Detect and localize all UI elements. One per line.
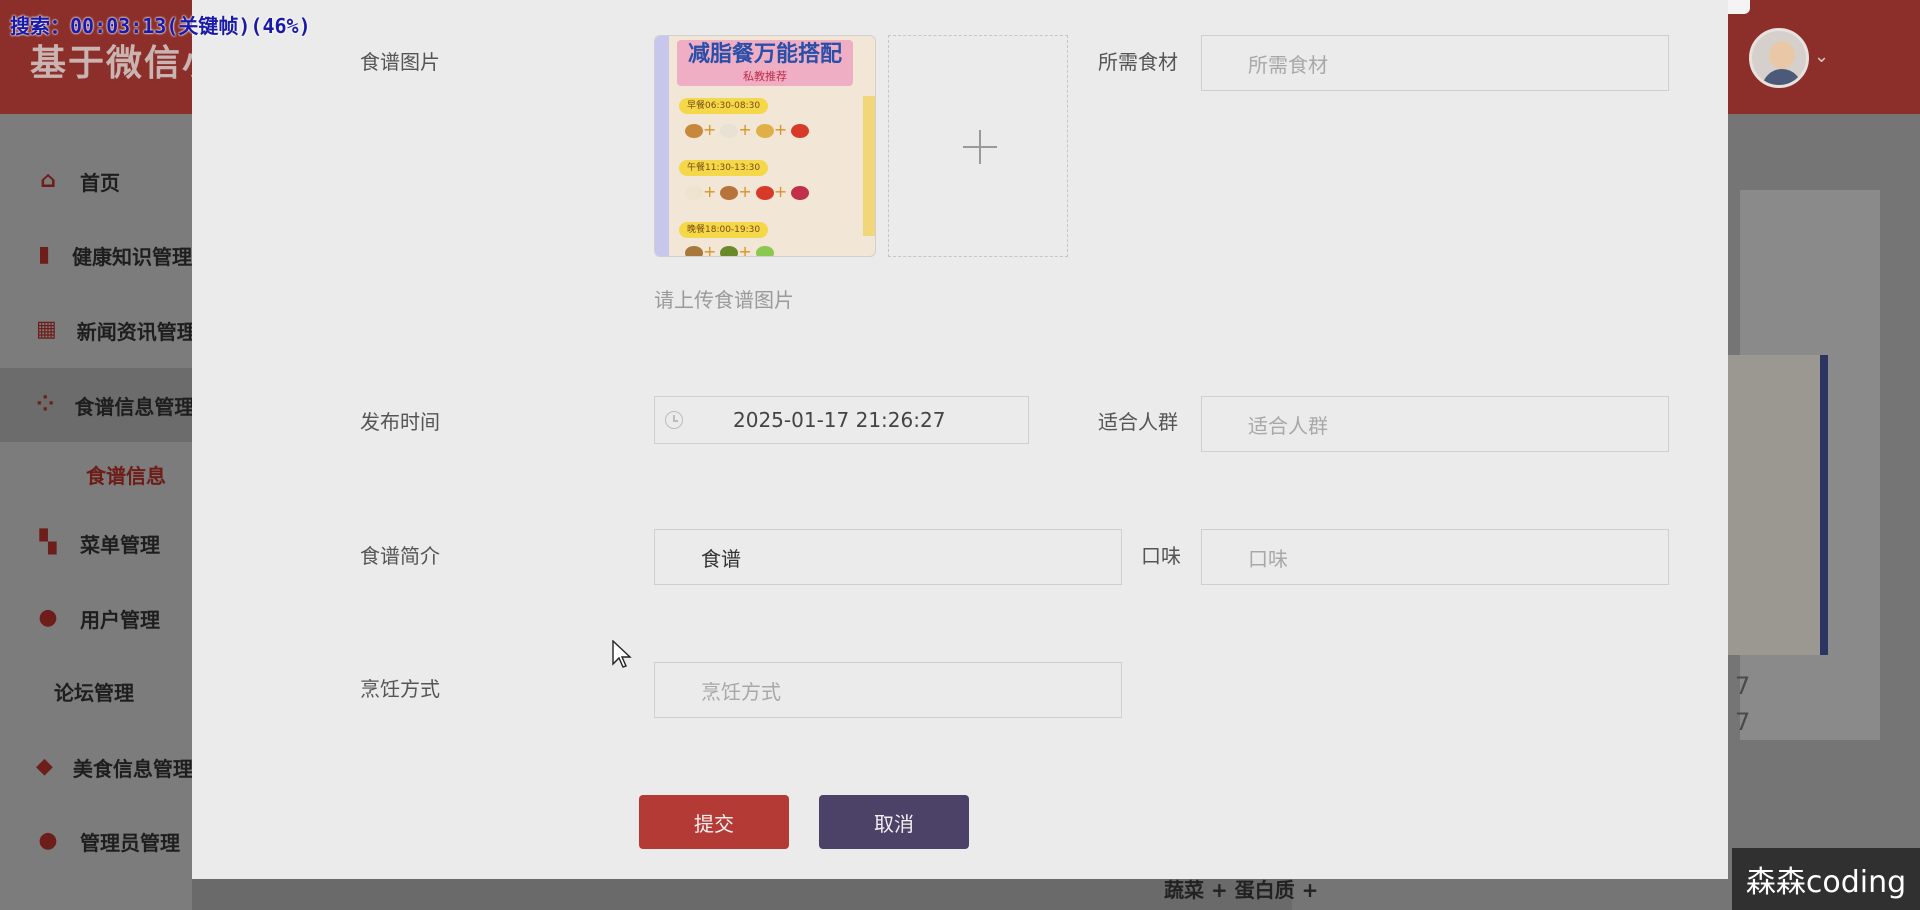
user-icon: ● xyxy=(38,605,58,630)
poster-header: 减脂餐万能搭配 私教推荐 xyxy=(677,40,853,86)
background-text: 7 xyxy=(1735,672,1751,700)
ingredients-input[interactable]: 所需食材 xyxy=(1201,35,1669,91)
poster-title: 减脂餐万能搭配 xyxy=(687,42,842,67)
sidebar-item-label: 新闻资讯管理 xyxy=(76,319,197,344)
background-bottom-strip xyxy=(192,878,1292,910)
recipe-intro-label: 食谱简介 xyxy=(360,544,440,568)
background-image xyxy=(1728,355,1828,655)
admin-icon: ● xyxy=(38,828,58,853)
drop-icon: ◆ xyxy=(36,754,53,779)
taste-label: 口味 xyxy=(1141,544,1181,568)
plus-icon xyxy=(979,130,981,164)
recipe-image-label: 食谱图片 xyxy=(360,50,440,74)
submit-button[interactable]: 提交 xyxy=(639,795,789,849)
clock-icon xyxy=(665,411,683,429)
food-icon xyxy=(685,245,703,256)
sidebar-subitem-recipe-info[interactable]: 食谱信息 xyxy=(86,460,166,489)
sidebar-item-label: 首页 xyxy=(80,170,120,195)
poster-meal-tag: 午餐11:30-13:30 xyxy=(679,160,769,176)
food-icon xyxy=(685,123,703,138)
sidebar-item-menu[interactable]: ▚ 菜单管理 xyxy=(0,506,192,580)
cooking-method-input[interactable]: 烹饪方式 xyxy=(654,662,1122,718)
sidebar-item-recipes[interactable]: ⁘ 食谱信息管理 xyxy=(0,368,195,442)
sidebar-item-label: 食谱信息管理 xyxy=(74,394,195,419)
cancel-button[interactable]: 取消 xyxy=(819,795,969,849)
chevron-down-icon[interactable]: ⌄ xyxy=(1814,46,1829,67)
sidebar-item-news[interactable]: ▦ 新闻资讯管理 xyxy=(0,293,197,367)
recipe-image-thumbnail[interactable]: 减脂餐万能搭配 私教推荐 早餐06:30-08:30 + + + 午餐11:30-1… xyxy=(654,35,876,257)
dots-icon: ⁘ xyxy=(36,392,55,417)
food-icon xyxy=(720,185,739,200)
user-avatar[interactable] xyxy=(1749,28,1809,88)
sidebar-item-health[interactable]: ▮ 健康知识管理 xyxy=(0,218,192,292)
sidebar-item-forum[interactable]: 论坛管理 xyxy=(54,677,134,706)
food-icon xyxy=(791,123,810,138)
sidebar-item-admins[interactable]: ● 管理员管理 xyxy=(0,804,192,878)
poster-decoration xyxy=(655,36,669,256)
food-icon xyxy=(755,185,774,200)
search-status-overlay: 搜索：00:03:13(关键帧)(46%) xyxy=(10,14,311,38)
sidebar-item-users[interactable]: ● 用户管理 xyxy=(0,581,192,655)
poster-food-row: + + xyxy=(685,242,774,256)
sidebar-item-label: 菜单管理 xyxy=(80,532,160,557)
edit-recipe-dialog: 食谱图片 减脂餐万能搭配 私教推荐 早餐06:30-08:30 + + + 午餐11… xyxy=(192,0,1728,879)
ingredients-label: 所需食材 xyxy=(1098,50,1178,74)
audience-input[interactable]: 适合人群 xyxy=(1201,396,1669,452)
poster-food-row: + + + xyxy=(685,182,810,201)
sidebar-item-label: 用户管理 xyxy=(80,607,160,632)
food-icon xyxy=(720,123,739,138)
sidebar-item-label: 美食信息管理 xyxy=(72,756,193,781)
cooking-method-label: 烹饪方式 xyxy=(360,677,440,701)
food-icon xyxy=(720,245,739,256)
sidebar-item-label: 健康知识管理 xyxy=(72,244,192,269)
poster-food-row: + + + xyxy=(685,120,810,139)
food-icon xyxy=(755,245,774,256)
poster-meal-tag: 晚餐18:00-19:30 xyxy=(679,222,769,238)
sidebar-item-food[interactable]: ◆ 美食信息管理 xyxy=(0,730,193,804)
watermark: 森森coding xyxy=(1732,848,1920,910)
upload-add-button[interactable] xyxy=(888,35,1068,257)
publish-time-label: 发布时间 xyxy=(360,410,440,434)
poster-decoration xyxy=(863,96,875,236)
audience-label: 适合人群 xyxy=(1098,410,1178,434)
food-icon xyxy=(791,185,810,200)
grid-icon: ▦ xyxy=(36,317,57,342)
poster-meal-tag: 早餐06:30-08:30 xyxy=(679,98,769,114)
upload-hint: 请上传食谱图片 xyxy=(654,288,794,312)
sidebar-item-label: 管理员管理 xyxy=(80,830,180,855)
recipe-intro-input[interactable]: 食谱 xyxy=(654,529,1122,585)
background-text: 7 xyxy=(1735,708,1751,736)
home-icon: ⌂ xyxy=(40,168,56,193)
food-icon xyxy=(685,185,703,200)
sidebar-item-home[interactable]: ⌂ 首页 xyxy=(0,144,192,218)
publish-time-value: 2025-01-17 21:26:27 xyxy=(733,408,946,432)
publish-time-picker[interactable]: 2025-01-17 21:26:27 xyxy=(654,396,1029,444)
book-icon: ▮ xyxy=(37,242,51,267)
food-icon xyxy=(755,123,774,138)
tiles-icon: ▚ xyxy=(39,530,57,555)
poster-subtitle: 私教推荐 xyxy=(743,70,787,83)
sidebar: ⌂ 首页 ▮ 健康知识管理 ▦ 新闻资讯管理 ⁘ 食谱信息管理 ▚ 菜单管理 ●… xyxy=(0,114,197,910)
taste-input[interactable]: 口味 xyxy=(1201,529,1669,585)
